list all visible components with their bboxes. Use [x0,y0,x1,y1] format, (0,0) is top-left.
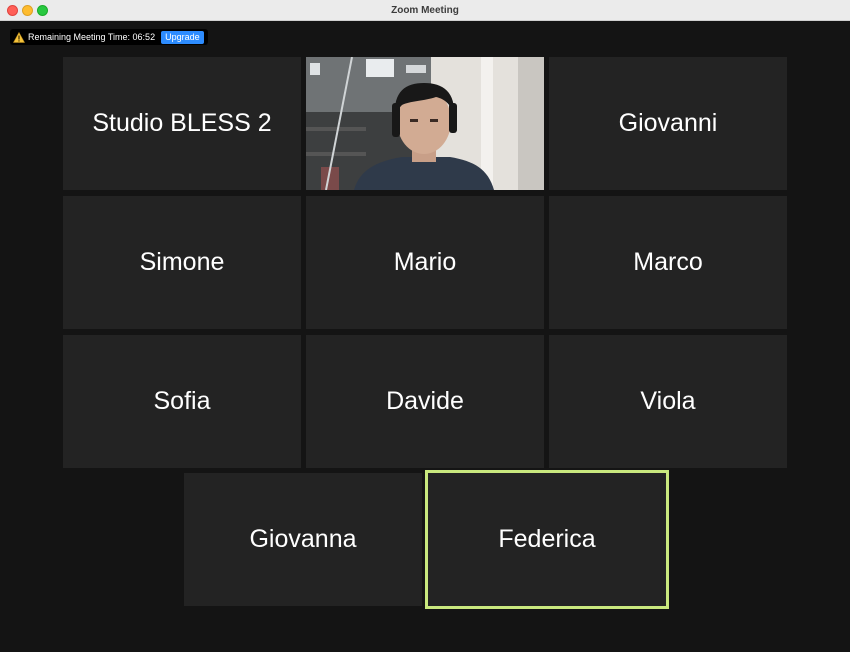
participant-tile-davide[interactable]: Davide [306,335,544,468]
participant-name: Giovanni [618,109,718,137]
participant-tile-mario[interactable]: Mario [306,196,544,329]
participant-name: Federica [498,525,596,553]
participant-tile-viola[interactable]: Viola [549,335,787,468]
window-title: Zoom Meeting [391,5,459,16]
participant-tile-simone[interactable]: Simone [63,196,301,329]
participant-video-feed [306,57,544,190]
participant-name: Davide [386,387,464,415]
participant-name: Sofia [153,387,211,415]
participant-name: Studio BLESS 2 [92,109,272,137]
participant-tile-giovanna[interactable]: Giovanna [184,473,422,606]
meeting-time-banner: Remaining Meeting Time: 06:52 Upgrade [10,29,208,45]
warning-icon [13,31,25,43]
participant-tile-studio-bless-2[interactable]: Studio BLESS 2 [63,57,301,190]
participant-name: Viola [640,387,696,415]
participant-tile-sofia[interactable]: Sofia [63,335,301,468]
window-titlebar: Zoom Meeting [0,0,850,21]
participant-tile-giovanni[interactable]: Giovanni [549,57,787,190]
participant-name: Marco [633,248,703,276]
meeting-gallery: Remaining Meeting Time: 06:52 Upgrade St… [0,21,850,652]
participant-name: Simone [139,248,225,276]
participant-name: Mario [393,248,457,276]
upgrade-button[interactable]: Upgrade [161,30,204,44]
participant-tile-federica-active-speaker[interactable]: Federica [425,470,669,609]
remaining-time-text: Remaining Meeting Time: 06:52 [28,32,156,42]
participant-tile-marco[interactable]: Marco [549,196,787,329]
participant-name: Giovanna [249,525,357,553]
participant-video-tile[interactable] [306,57,544,190]
